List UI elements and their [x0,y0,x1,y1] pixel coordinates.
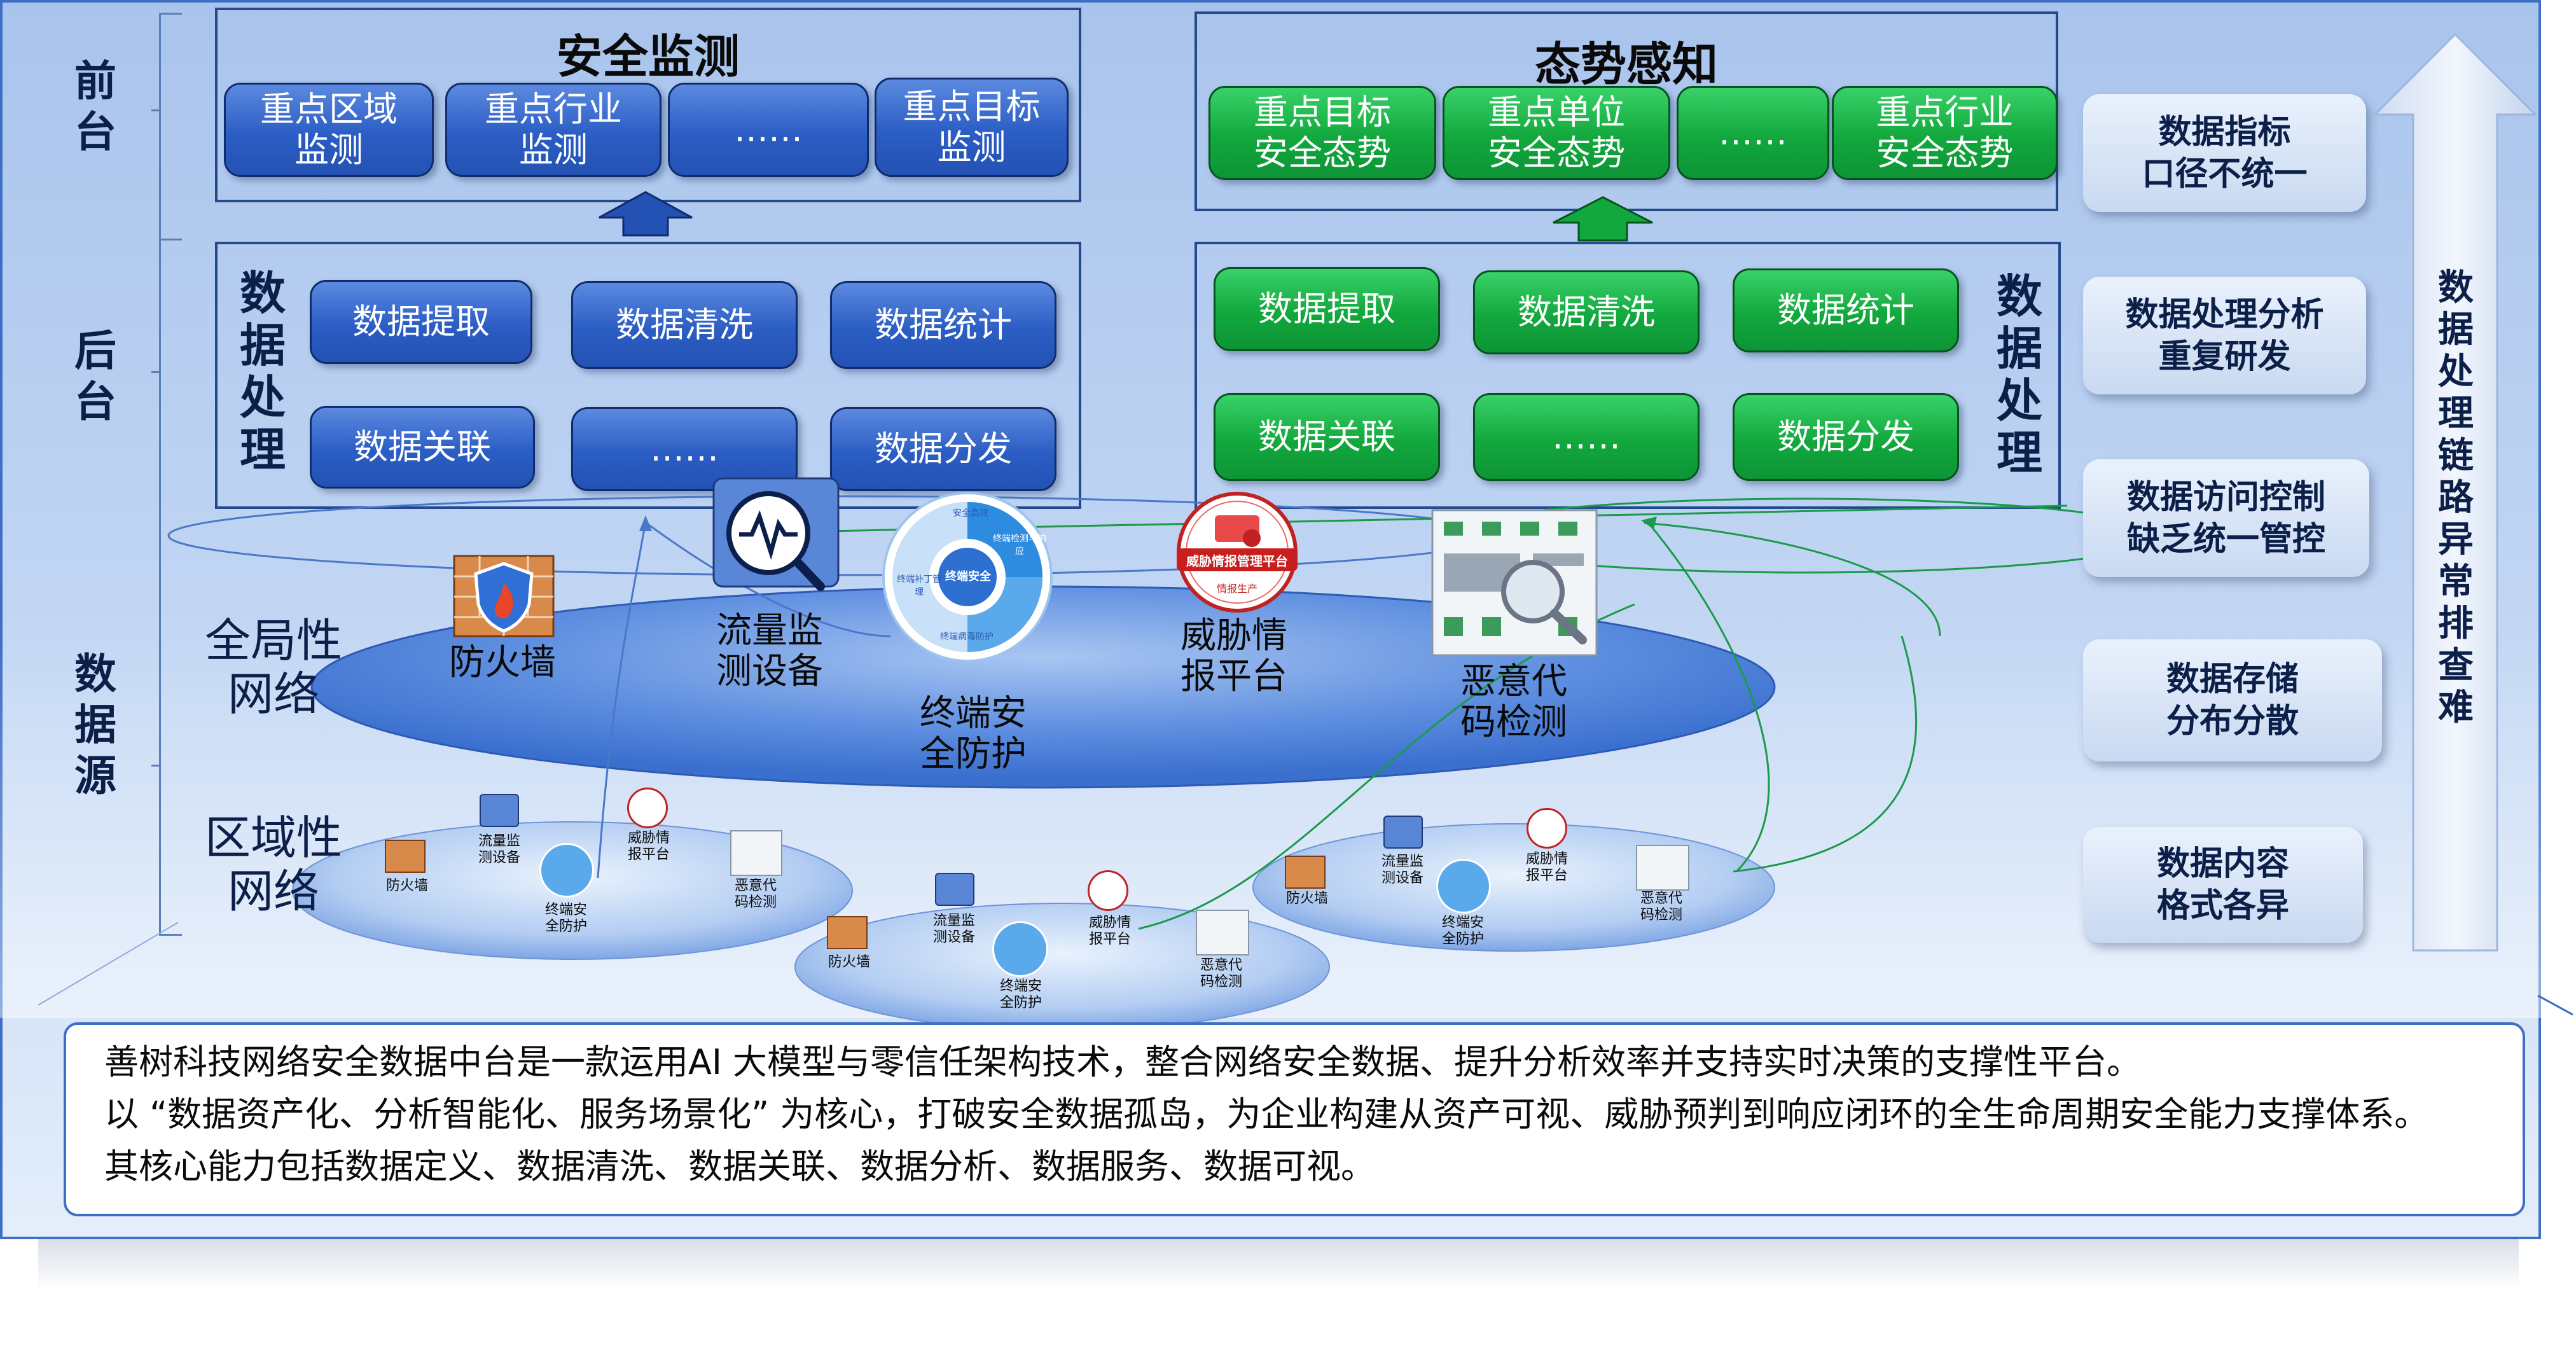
traffic-monitor-icon [1383,816,1423,849]
endpoint-protection-label-small: 终端安 全防护 [999,978,1042,1011]
endpoint-protection-icon [539,843,594,898]
description-line-1: 善树科技网络安全数据中台是一款运用AI 大模型与零信任架构技术，整合网络安全数据… [104,1042,2142,1082]
malware-detection-icon [1431,509,1598,657]
endpoint-protection-label-small: 终端安 全防护 [544,902,587,935]
perspective-line [38,922,179,1006]
malware-detection-label: 恶意代 码检测 [1460,661,1567,743]
malware-detection-icon [1196,910,1249,955]
malware-detection-label-small: 恶意代 码检测 [1640,891,1682,923]
endpoint-protection-label-small: 终端安 全防护 [1441,915,1484,947]
regional-network-ellipse-3 [1252,823,1775,952]
issue-access-control: 数据访问控制 缺乏统一管控 [2083,459,2369,577]
endpoint-ring-text: 终端病毒防护 [940,632,994,642]
threat-intel-icon [627,788,668,828]
endpoint-protection-icon [992,921,1048,977]
flow-line [1644,522,1941,637]
endpoint-ring-text: 终端补丁管理 [897,574,941,597]
arrow-label: 数据处理链路异常排查难 [2438,267,2474,728]
threat-intel-label-small: 威胁情 报平台 [1088,915,1131,947]
traffic-monitor-label-small: 流量监 测设备 [478,833,520,866]
firewall-icon [385,840,426,873]
malware-detection-label-small: 恶意代 码检测 [1200,957,1242,990]
endpoint-protection-icon [1436,859,1491,914]
flow-arrowhead-icon [639,515,652,531]
threat-intel-label-small: 威胁情 报平台 [627,830,670,863]
description-box: 善树科技网络安全数据中台是一款运用AI 大模型与零信任架构技术，整合网络安全数据… [64,1022,2525,1216]
endpoint-protection-label: 终端安 全防护 [920,693,1027,775]
description-line-2: 以 “数据资产化、分析智能化、服务场景化” 为核心，打破安全数据孤岛，为企业构建… [104,1094,2429,1134]
endpoint-ring-text: 安全高效 [953,508,988,518]
malware-detection-icon [730,830,782,876]
global-network-label: 全局性 网络 [204,614,342,721]
traffic-monitor-label-small: 流量监 测设备 [1381,854,1423,886]
traffic-monitor-label: 流量监 测设备 [716,610,823,692]
threat-intel-sub: 情报生产 [1216,583,1257,595]
traffic-monitor-label-small: 流量监 测设备 [932,913,975,945]
panel-corner-line [2537,994,2573,1016]
issue-duplicate-development: 数据处理分析 重复研发 [2083,277,2366,394]
malware-detection-icon [1636,845,1689,891]
issue-storage-scattered: 数据存储 分布分散 [2083,639,2382,761]
traffic-monitor-icon [712,477,840,591]
threat-intel-icon [1088,870,1128,911]
firewall-icon [453,555,555,637]
firewall-label-small: 防火墙 [385,878,428,894]
malware-detection-label-small: 恶意代 码检测 [734,878,777,910]
endpoint-ring-text: 终端检测与响应 [993,534,1046,557]
threat-intel-label: 威胁情 报平台 [1181,615,1287,697]
flow-arrowhead-icon [1641,517,1657,529]
description-line-3: 其核心能力包括数据定义、数据清洗、数据关联、数据分析、数据服务、数据可视。 [104,1146,1375,1186]
firewall-icon [827,916,868,949]
threat-intel-icon [1527,808,1567,849]
endpoint-center-text: 终端安全 [945,570,991,583]
firewall-label: 防火墙 [449,642,556,683]
threat-intel-label-small: 威胁情 报平台 [1525,851,1568,884]
issue-metric-inconsistent: 数据指标 口径不统一 [2083,94,2366,212]
firewall-label-small: 防火墙 [1285,891,1328,907]
firewall-icon [1285,856,1326,889]
firewall-label-small: 防火墙 [828,954,870,970]
traffic-monitor-icon [935,873,974,906]
regional-network-label: 区域性 网络 [204,811,342,918]
threat-intel-badge: 威胁情报管理平台 [1186,553,1288,569]
traffic-monitor-icon [480,794,519,827]
issue-format-varied: 数据内容 格式各异 [2083,827,2363,943]
